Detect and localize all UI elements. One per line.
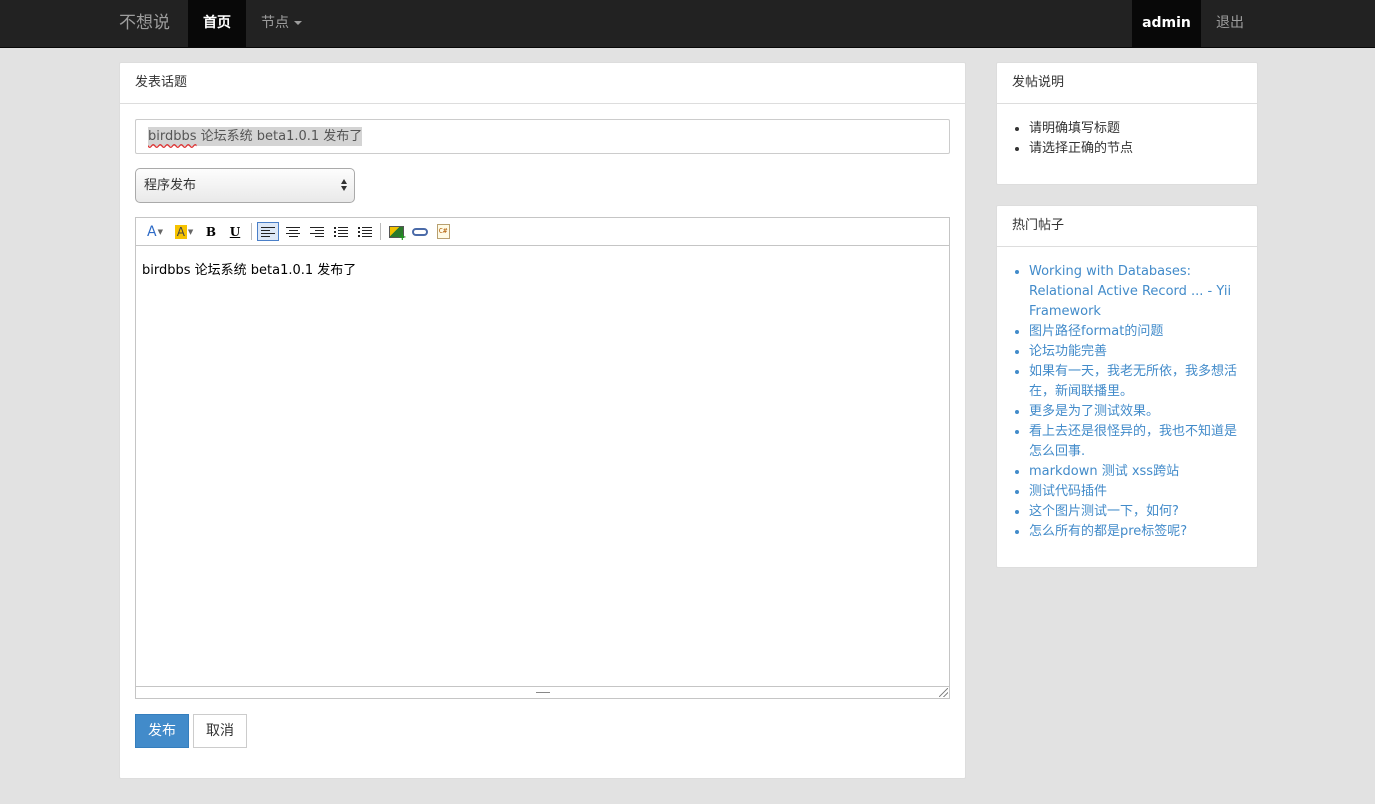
hot-post-link[interactable]: 如果有一天，我老无所依，我多想活在，新闻联播里。 xyxy=(1029,364,1237,399)
hot-post-item: markdown 测试 xss跨站 xyxy=(1029,462,1242,482)
guide-item: 请选择正确的节点 xyxy=(1029,139,1242,159)
insert-link-button[interactable] xyxy=(411,223,429,240)
rich-text-editor: A▼ A▼ B U C# birdbbs 论坛系统 beta1.0.1 发布了 xyxy=(135,217,950,699)
hot-post-link[interactable]: 看上去还是很怪异的，我也不知道是怎么回事. xyxy=(1029,424,1237,459)
hot-post-link[interactable]: 论坛功能完善 xyxy=(1029,344,1107,359)
node-select-value: 程序发布 xyxy=(144,178,197,193)
hot-post-link[interactable]: 图片路径format的问题 xyxy=(1029,324,1163,339)
cancel-button[interactable]: 取消 xyxy=(193,714,247,748)
ordered-list-button[interactable] xyxy=(331,223,351,240)
hot-post-link[interactable]: 这个图片测试一下，如何? xyxy=(1029,504,1179,519)
code-icon: C# xyxy=(436,224,450,239)
posting-guide-title: 发帖说明 xyxy=(997,63,1257,104)
nav-user-link[interactable]: admin xyxy=(1132,0,1201,48)
guide-item: 请明确填写标题 xyxy=(1029,119,1242,139)
hot-post-link[interactable]: 更多是为了测试效果。 xyxy=(1029,404,1159,419)
font-color-icon: A xyxy=(147,223,157,240)
title-input-rest: 论坛系统 beta1.0.1 发布了 xyxy=(196,129,363,144)
highlight-icon: A xyxy=(174,224,187,239)
resize-grip-icon[interactable] xyxy=(536,689,550,696)
ordered-list-icon xyxy=(334,226,348,237)
resize-corner-icon[interactable] xyxy=(939,688,948,697)
hot-post-item: 看上去还是很怪异的，我也不知道是怎么回事. xyxy=(1029,422,1242,462)
hot-post-link[interactable]: markdown 测试 xss跨站 xyxy=(1029,464,1179,479)
title-input-word: birdbbs xyxy=(148,129,197,144)
hot-post-link[interactable]: Working with Databases: Relational Activ… xyxy=(1029,264,1231,319)
hot-posts-title: 热门帖子 xyxy=(997,206,1257,247)
caret-down-icon xyxy=(294,21,302,25)
publish-button[interactable]: 发布 xyxy=(135,714,189,748)
hot-post-item: Working with Databases: Relational Activ… xyxy=(1029,262,1242,322)
align-center-icon xyxy=(286,226,300,237)
link-icon xyxy=(412,227,428,236)
hot-post-item: 图片路径format的问题 xyxy=(1029,322,1242,342)
hot-post-link[interactable]: 测试代码插件 xyxy=(1029,484,1107,499)
align-center-button[interactable] xyxy=(283,223,303,240)
nav-home-link[interactable]: 首页 xyxy=(188,0,246,48)
posting-guide-panel: 发帖说明 请明确填写标题 请选择正确的节点 xyxy=(996,62,1258,185)
top-navbar: 不想说 首页 节点 admin 退出 xyxy=(0,0,1375,48)
unordered-list-icon xyxy=(358,226,372,237)
bold-button[interactable]: B xyxy=(203,223,219,240)
hot-posts-list: Working with Databases: Relational Activ… xyxy=(997,247,1257,542)
editor-content-area[interactable]: birdbbs 论坛系统 beta1.0.1 发布了 xyxy=(136,246,949,687)
hot-post-item: 测试代码插件 xyxy=(1029,482,1242,502)
hot-post-link[interactable]: 怎么所有的都是pre标签呢? xyxy=(1029,524,1187,539)
hot-post-item: 更多是为了测试效果。 xyxy=(1029,402,1242,422)
editor-toolbar: A▼ A▼ B U C# xyxy=(136,218,949,246)
insert-image-button[interactable] xyxy=(387,223,407,243)
underline-button[interactable]: U xyxy=(227,223,243,240)
hot-post-item: 这个图片测试一下，如何? xyxy=(1029,502,1242,522)
compose-panel-title: 发表话题 xyxy=(120,63,965,104)
editor-resize-bar[interactable] xyxy=(136,686,949,698)
node-select[interactable]: 程序发布 xyxy=(135,168,355,203)
background-color-button[interactable]: A ▼ xyxy=(172,223,196,240)
hot-post-item: 论坛功能完善 xyxy=(1029,342,1242,362)
dropdown-arrow-icon: ▼ xyxy=(157,227,163,236)
nav-nodes-dropdown[interactable]: 节点 xyxy=(261,0,302,48)
toolbar-divider xyxy=(380,223,381,240)
image-icon xyxy=(388,225,407,243)
font-color-button[interactable]: A ▼ xyxy=(144,223,166,240)
align-right-button[interactable] xyxy=(307,223,327,240)
select-arrows-icon xyxy=(341,178,348,193)
align-right-icon xyxy=(310,226,324,237)
nav-nodes-label: 节点 xyxy=(261,15,289,31)
brand-logo[interactable]: 不想说 xyxy=(119,0,170,48)
hot-posts-panel: 热门帖子 Working with Databases: Relational … xyxy=(996,205,1258,568)
dropdown-arrow-icon: ▼ xyxy=(187,227,194,236)
posting-guide-list: 请明确填写标题 请选择正确的节点 xyxy=(997,104,1257,159)
title-input[interactable]: birdbbs 论坛系统 beta1.0.1 发布了 xyxy=(135,119,950,154)
toolbar-divider xyxy=(251,223,252,240)
insert-code-button[interactable]: C# xyxy=(434,223,452,240)
align-left-icon xyxy=(261,226,275,237)
nav-logout-link[interactable]: 退出 xyxy=(1216,0,1244,48)
compose-panel: 发表话题 birdbbs 论坛系统 beta1.0.1 发布了 程序发布 A ▼ … xyxy=(119,62,966,779)
hot-post-item: 怎么所有的都是pre标签呢? xyxy=(1029,522,1242,542)
align-left-button[interactable] xyxy=(257,222,279,241)
hot-post-item: 如果有一天，我老无所依，我多想活在，新闻联播里。 xyxy=(1029,362,1242,402)
unordered-list-button[interactable] xyxy=(355,223,375,240)
